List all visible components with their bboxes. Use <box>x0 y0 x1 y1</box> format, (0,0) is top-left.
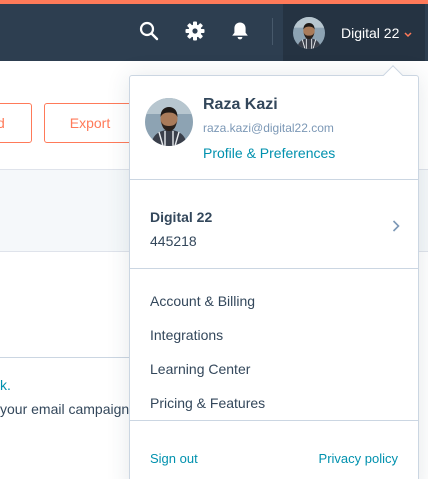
export-button-label: Export <box>69 115 111 131</box>
content-text: your email campaign <box>0 401 130 417</box>
menu-item-integrations[interactable]: Integrations <box>150 326 265 360</box>
partial-button-label: d <box>0 115 5 131</box>
portal-switcher[interactable]: Digital 22 445218 <box>130 181 418 269</box>
portal-id: 445218 <box>150 233 197 249</box>
export-button[interactable]: Export <box>44 103 136 143</box>
menu-item-learning-center[interactable]: Learning Center <box>150 360 265 394</box>
profile-preferences-link[interactable]: Profile & Preferences <box>203 145 335 161</box>
user-email: raza.kazi@digital22.com <box>203 121 334 135</box>
content-link[interactable]: k. <box>0 377 11 393</box>
portal-name: Digital 22 <box>150 209 213 225</box>
menu-item-account-billing[interactable]: Account & Billing <box>150 292 265 326</box>
user-name: Raza Kazi <box>203 96 278 113</box>
account-dropdown: Raza Kazi raza.kazi@digital22.com Profil… <box>129 65 419 479</box>
account-name: Digital 22 <box>341 24 400 41</box>
dropdown-footer: Sign out Privacy policy <box>130 420 418 479</box>
profile-section: Raza Kazi raza.kazi@digital22.com Profil… <box>130 76 418 180</box>
search-icon[interactable] <box>138 20 160 42</box>
top-nav-bar: Digital 22 <box>0 0 428 61</box>
account-menu-button[interactable]: Digital 22 <box>283 4 425 61</box>
gear-icon[interactable] <box>184 20 206 42</box>
bell-icon[interactable] <box>229 20 251 42</box>
account-menu: Account & Billing Integrations Learning … <box>150 292 265 428</box>
partial-action-button[interactable]: d <box>0 103 32 143</box>
privacy-policy-link[interactable]: Privacy policy <box>319 451 398 466</box>
avatar <box>145 98 193 146</box>
sign-out-link[interactable]: Sign out <box>150 451 198 466</box>
avatar <box>293 16 325 49</box>
nav-divider <box>272 18 273 45</box>
chevron-right-icon <box>392 219 400 237</box>
chevron-down-icon <box>404 25 412 43</box>
